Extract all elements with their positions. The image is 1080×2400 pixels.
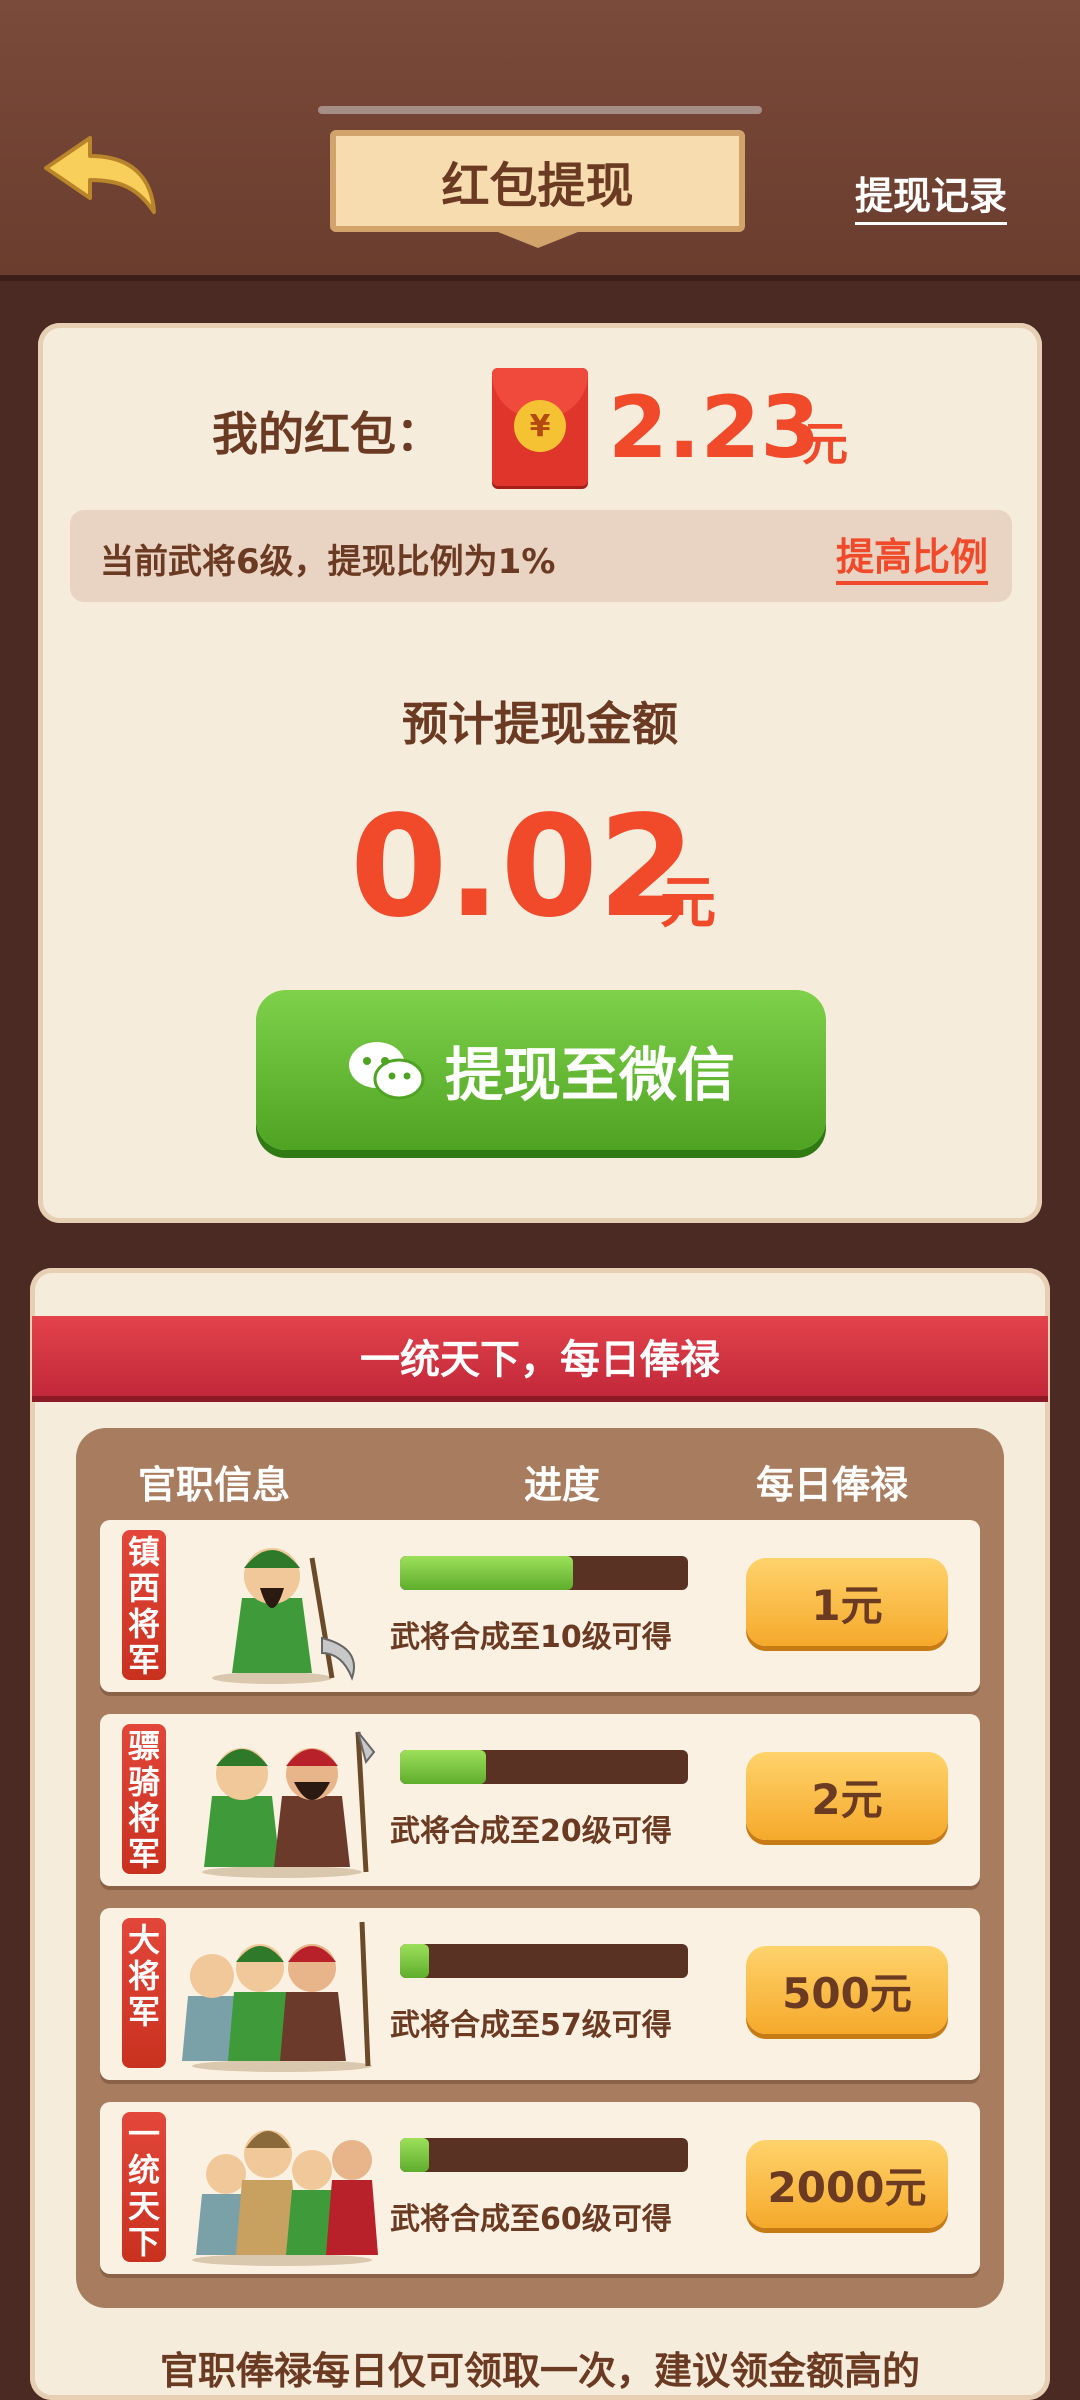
header-rank-info: 官职信息 bbox=[138, 1463, 291, 1507]
estimate-label: 预计提现金额 bbox=[402, 697, 678, 751]
general-portrait-image bbox=[192, 2130, 378, 2266]
withdraw-to-wechat-button[interactable]: 提现至微信 bbox=[256, 990, 826, 1150]
general-portrait-image bbox=[182, 1921, 372, 2072]
header-progress: 进度 bbox=[524, 1463, 601, 1507]
back-arrow-icon[interactable] bbox=[42, 134, 160, 218]
general-portrait-image bbox=[202, 1731, 376, 1878]
withdraw-record-link[interactable]: 提现记录 bbox=[855, 165, 1008, 225]
wallet-unit: 元 bbox=[802, 417, 848, 471]
unlock-condition: 武将合成至20级可得 bbox=[390, 1814, 672, 1849]
withdraw-button-label: 提现至微信 bbox=[444, 1041, 735, 1109]
reward-button[interactable]: 2元 bbox=[746, 1752, 948, 1840]
estimate-unit: 元 bbox=[660, 871, 716, 936]
rank-badge: 骠骑将军 bbox=[122, 1724, 166, 1874]
progress-bar bbox=[400, 2138, 688, 2172]
salary-row: 骠骑将军 武将合成至20级可得 2元 bbox=[100, 1714, 980, 1886]
unlock-condition: 武将合成至10级可得 bbox=[390, 1620, 672, 1655]
estimate-amount: 0.02 bbox=[350, 786, 696, 949]
top-bar: 红包提现 提现记录 bbox=[0, 0, 1080, 275]
unlock-condition: 武将合成至57级可得 bbox=[390, 2008, 672, 2043]
reward-button[interactable]: 1元 bbox=[746, 1558, 948, 1646]
page-title: 红包提现 bbox=[330, 130, 745, 248]
wallet-label: 我的红包： bbox=[212, 407, 442, 461]
raise-ratio-link[interactable]: 提高比例 bbox=[835, 526, 988, 585]
wallet-amount: 2.23 bbox=[608, 378, 821, 478]
salary-footer-note: 官职俸禄每日仅可领取一次，建议领金额高的 bbox=[159, 2349, 920, 2393]
reward-button[interactable]: 500元 bbox=[746, 1946, 948, 2034]
salary-row: 大将军 武将合成至57级可得 500元 bbox=[100, 1908, 980, 2080]
progress-bar bbox=[400, 1944, 688, 1978]
salary-ribbon: 一统天下，每日俸禄 bbox=[32, 1316, 1048, 1396]
ratio-text: 当前武将6级，提现比例为1% bbox=[100, 542, 556, 582]
rank-badge: 大将军 bbox=[122, 1918, 166, 2068]
progress-bar bbox=[400, 1750, 688, 1784]
general-portrait-image bbox=[212, 1548, 355, 1684]
red-envelope-icon: ¥ bbox=[492, 368, 588, 486]
progress-bar bbox=[400, 1556, 688, 1590]
drag-handle bbox=[318, 106, 762, 114]
wechat-icon bbox=[348, 1042, 425, 1100]
rank-badge: 一统天下 bbox=[122, 2112, 166, 2262]
ratio-info-bar: 当前武将6级，提现比例为1% 提高比例 bbox=[70, 510, 1012, 602]
header-daily-salary: 每日俸禄 bbox=[756, 1463, 909, 1507]
salary-row: 一统天下 武将合成至60级可得 2000元 bbox=[100, 2102, 980, 2274]
rank-badge: 镇西将军 bbox=[122, 1530, 166, 1680]
unlock-condition: 武将合成至60级可得 bbox=[390, 2202, 672, 2237]
reward-button[interactable]: 2000元 bbox=[746, 2140, 948, 2228]
salary-row: 镇西将军 武将合成至10级可得 1元 bbox=[100, 1520, 980, 1692]
